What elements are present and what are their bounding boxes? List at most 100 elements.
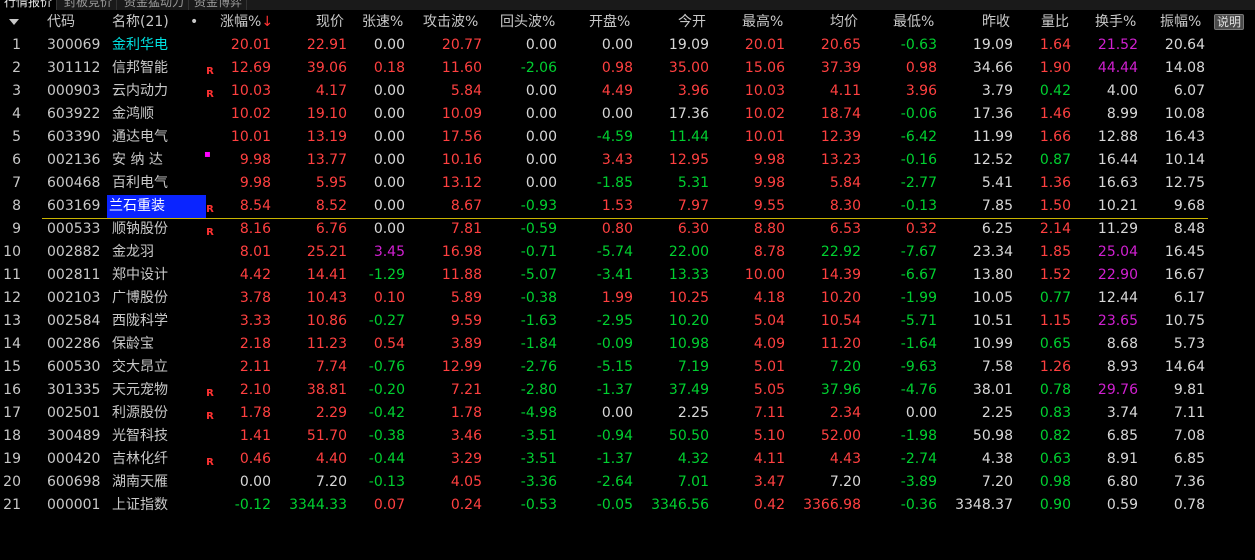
tab-auction[interactable]: 封板竞价 <box>60 0 118 10</box>
cell-name[interactable]: 广博股份 <box>112 287 168 310</box>
header-change-pct[interactable]: 涨幅%↓ <box>220 10 273 34</box>
header-volume-ratio[interactable]: 量比 <box>1041 10 1069 34</box>
table-row[interactable]: 2 301112 信邦智能 R 12.69 39.06 0.18 11.60 -2.06 0.98… <box>0 57 1255 80</box>
table-row[interactable]: 5 603390 通达电气 10.01 13.19 0.00 17.56 0.00 -4.59 1… <box>0 126 1255 149</box>
cell-name[interactable]: 安 纳 达 <box>112 149 163 172</box>
cell-name[interactable]: 顺钠股份 <box>112 218 168 241</box>
cell-name[interactable]: 吉林化纤 <box>112 448 168 471</box>
cell-index: 4 <box>12 106 21 122</box>
header-pullback-wave[interactable]: 回头波% <box>500 10 555 34</box>
table-row[interactable]: 20 600698 湖南天雁 0.00 7.20 -0.13 4.05 -3.36 -2.64 7… <box>0 471 1255 494</box>
cell-name[interactable]: 金龙羽 <box>112 241 154 264</box>
cell-name[interactable]: 湖南天雁 <box>112 471 168 494</box>
table-row[interactable]: 14 002286 保龄宝 2.18 11.23 0.54 3.89 -1.84 -0.09 10… <box>0 333 1255 356</box>
cell-speed: 0.00 <box>373 152 405 168</box>
cell-name[interactable]: 光智科技 <box>112 425 168 448</box>
cell-name[interactable]: 郑中设计 <box>112 264 168 287</box>
cell-prev-close: 10.51 <box>972 313 1013 329</box>
table-row[interactable]: 13 002584 西陇科学 3.33 10.86 -0.27 9.59 -1.63 -2.95… <box>0 310 1255 333</box>
cell-amplitude: 14.64 <box>1164 359 1205 375</box>
cell-name[interactable]: 上证指数 <box>112 494 168 517</box>
cell-low-pct: 0.00 <box>905 405 937 421</box>
cell-index: 6 <box>12 152 21 168</box>
table-row[interactable]: 3 000903 云内动力 R 10.03 4.17 0.00 5.84 0.00 4.49 3.9… <box>0 80 1255 103</box>
cell-prev-close: 6.25 <box>981 221 1013 237</box>
header-attack-wave[interactable]: 攻击波% <box>423 10 478 34</box>
cell-high-pct: 20.01 <box>744 37 785 53</box>
cell-name[interactable]: 信邦智能 <box>112 57 168 80</box>
cell-low-pct: -5.71 <box>900 313 937 329</box>
header-low-pct[interactable]: 最低% <box>893 10 934 34</box>
cell-today-open: 10.98 <box>668 336 709 352</box>
cell-open-pct: -5.74 <box>596 244 633 260</box>
table-row[interactable]: 6 002136 安 纳 达 ▪ 9.98 13.77 0.00 10.16 0.00 3.43 1… <box>0 149 1255 172</box>
cell-open-pct: -0.09 <box>596 336 633 352</box>
cell-attack-wave: 5.89 <box>450 290 482 306</box>
table-row[interactable]: 10 002882 金龙羽 8.01 25.21 3.45 16.98 -0.71 -5.74 2… <box>0 241 1255 264</box>
table-row[interactable]: 11 002811 郑中设计 4.42 14.41 -1.29 11.88 -5.07 -3.4… <box>0 264 1255 287</box>
table-row[interactable]: 15 600530 交大昂立 2.11 7.74 -0.76 12.99 -2.76 -5.15… <box>0 356 1255 379</box>
cell-pullback-wave: -3.51 <box>520 451 557 467</box>
header-code[interactable]: 代码 <box>47 10 75 34</box>
cell-turnover: 11.29 <box>1097 221 1138 237</box>
cell-name[interactable]: 兰石重装 <box>107 195 206 218</box>
help-button[interactable]: 说明 <box>1214 14 1244 30</box>
cell-name[interactable]: 利源股份 <box>112 402 168 425</box>
tab-capital-game[interactable]: 资金博弈 <box>190 0 248 10</box>
cell-name[interactable]: 金利华电 <box>112 34 168 57</box>
cell-turnover: 8.99 <box>1106 106 1138 122</box>
cell-high-pct: 10.01 <box>744 129 785 145</box>
table-row[interactable]: 21 000001 上证指数 -0.12 3344.33 0.07 0.24 -0.53 -0.… <box>0 494 1255 517</box>
table-row[interactable]: 18 300489 光智科技 1.41 51.70 -0.38 3.46 -3.51 -0.94… <box>0 425 1255 448</box>
tab-capital-power[interactable]: 资金猛动力 <box>120 0 190 10</box>
tab-quotes[interactable]: 行情报价 <box>0 0 58 10</box>
header-name[interactable]: 名称(21) <box>112 10 169 34</box>
cell-attack-wave: 11.60 <box>441 60 482 76</box>
cell-name[interactable]: 百利电气 <box>112 172 168 195</box>
chevron-down-icon[interactable] <box>9 19 19 25</box>
cell-attack-wave: 3.29 <box>450 451 482 467</box>
header-open-pct[interactable]: 开盘% <box>589 10 630 34</box>
cell-turnover: 8.93 <box>1106 359 1138 375</box>
cell-price: 13.19 <box>306 129 347 145</box>
cell-high-pct: 4.11 <box>753 451 785 467</box>
cell-speed: -0.13 <box>368 474 405 490</box>
cell-today-open: 3.96 <box>677 83 709 99</box>
table-row[interactable]: 19 000420 吉林化纤 R 0.46 4.40 -0.44 3.29 -3.51 -1.37… <box>0 448 1255 471</box>
table-row[interactable]: 12 002103 广博股份 3.78 10.43 0.10 5.89 -0.38 1.99 10… <box>0 287 1255 310</box>
cell-high-pct: 10.02 <box>744 106 785 122</box>
cell-open-pct: 1.53 <box>601 198 633 214</box>
header-avg-price[interactable]: 均价 <box>830 10 858 34</box>
table-row[interactable]: 16 301335 天元宠物 R 2.10 38.81 -0.20 7.21 -2.80 -1.3… <box>0 379 1255 402</box>
cell-avg-price: 10.54 <box>820 313 861 329</box>
header-amplitude[interactable]: 振幅% <box>1160 10 1201 34</box>
table-row[interactable]: 7 600468 百利电气 9.98 5.95 0.00 13.12 0.00 -1.85 5.3… <box>0 172 1255 195</box>
table-row[interactable]: 17 002501 利源股份 R 1.78 2.29 -0.42 1.78 -4.98 0.00 2… <box>0 402 1255 425</box>
header-turnover[interactable]: 换手% <box>1095 10 1136 34</box>
header-high-pct[interactable]: 最高% <box>742 10 783 34</box>
header-speed[interactable]: 张速% <box>362 10 403 34</box>
cell-name[interactable]: 交大昂立 <box>112 356 168 379</box>
table-row[interactable]: 4 603922 金鸿顺 10.02 19.10 0.00 10.09 0.00 0.00 17.… <box>0 103 1255 126</box>
cell-prev-close: 17.36 <box>972 106 1013 122</box>
header-price[interactable]: 现价 <box>316 10 344 34</box>
cell-name[interactable]: 西陇科学 <box>112 310 168 333</box>
cell-turnover: 16.63 <box>1097 175 1138 191</box>
cell-index: 16 <box>3 382 21 398</box>
cell-turnover: 10.21 <box>1097 198 1138 214</box>
cell-pullback-wave: -1.63 <box>520 313 557 329</box>
cell-name[interactable]: 保龄宝 <box>112 333 154 356</box>
header-change-pct-label: 涨幅% <box>220 14 262 30</box>
cell-name[interactable]: 通达电气 <box>112 126 168 149</box>
table-row[interactable]: 8 603169 兰石重装 R 8.54 8.52 0.00 8.67 -0.93 1.53 7.9… <box>0 195 1255 218</box>
cell-price: 13.77 <box>306 152 347 168</box>
table-row[interactable]: 9 000533 顺钠股份 R 8.16 6.76 0.00 7.81 -0.59 0.80 6.3… <box>0 218 1255 241</box>
cell-change-pct: -0.12 <box>234 497 271 513</box>
cell-amplitude: 9.68 <box>1173 198 1205 214</box>
cell-name[interactable]: 天元宠物 <box>112 379 168 402</box>
header-today-open[interactable]: 今开 <box>678 10 706 34</box>
cell-name[interactable]: 云内动力 <box>112 80 168 103</box>
header-prev-close[interactable]: 昨收 <box>982 10 1010 34</box>
cell-name[interactable]: 金鸿顺 <box>112 103 154 126</box>
table-row[interactable]: 1 300069 金利华电 20.01 22.91 0.00 20.77 0.00 0.00 19… <box>0 34 1255 57</box>
